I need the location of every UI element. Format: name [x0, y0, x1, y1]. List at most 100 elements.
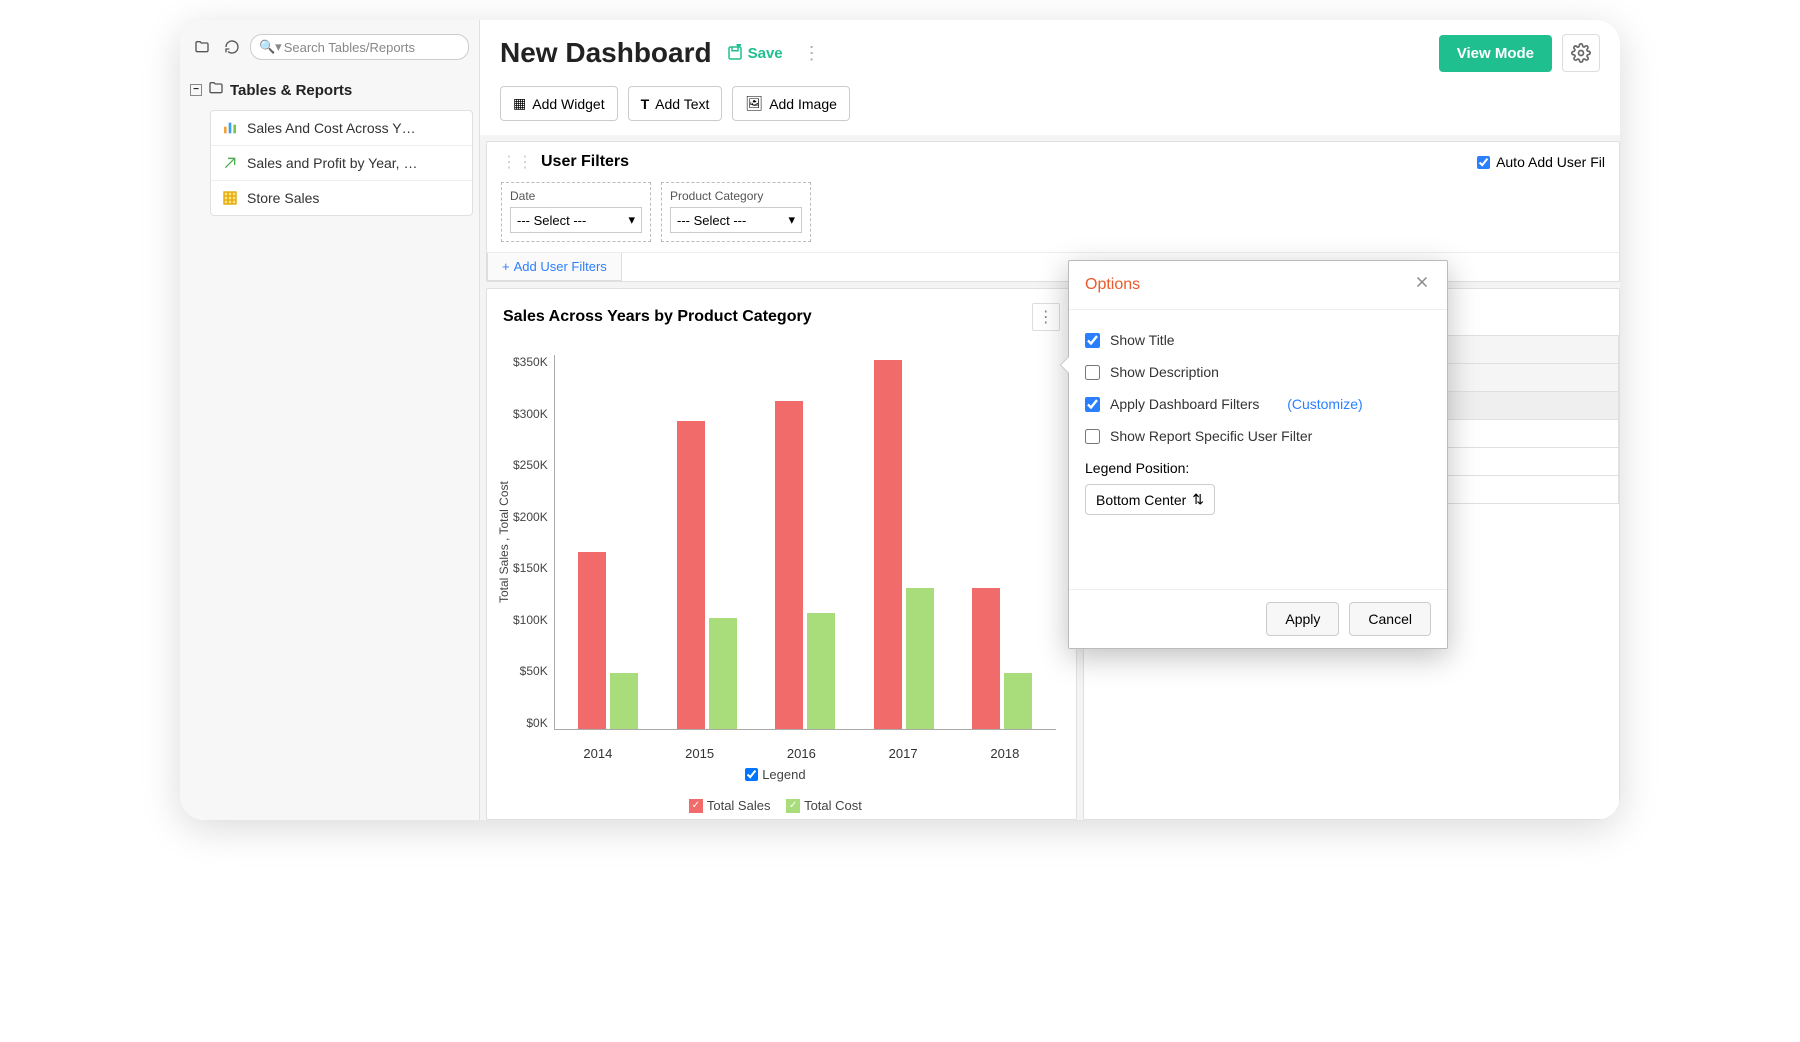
search-icon: 🔍▾	[259, 39, 282, 55]
folder-icon[interactable]	[190, 35, 214, 59]
header-kebab-icon[interactable]: ⋮	[797, 43, 827, 64]
bar-group	[573, 355, 643, 729]
add-filters-label: Add User Filters	[514, 259, 607, 274]
page-title: New Dashboard	[500, 37, 712, 69]
search-placeholder: Search Tables/Reports	[284, 40, 415, 55]
add-widget-label: Add Widget	[532, 96, 604, 112]
bar[interactable]	[610, 673, 638, 729]
filter-value: --- Select ---	[677, 213, 746, 228]
filter-select-date[interactable]: --- Select ---▾	[510, 207, 642, 233]
collapse-icon[interactable]: −	[190, 84, 202, 96]
add-user-filters-button[interactable]: + Add User Filters	[487, 253, 622, 281]
bar[interactable]	[972, 588, 1000, 730]
text-icon: T	[641, 96, 650, 112]
add-widget-button[interactable]: ▦ Add Widget	[500, 86, 618, 121]
toolbar: ▦ Add Widget T Add Text 🖼Add Image	[480, 86, 1620, 135]
chart-title: Sales Across Years by Product Category	[503, 308, 812, 326]
x-axis-ticks: 20142015201620172018	[487, 740, 1076, 761]
legend-position-select[interactable]: Bottom Center⇅	[1085, 484, 1215, 515]
filter-select-category[interactable]: --- Select --- ▾	[670, 207, 802, 233]
legend-item-sales[interactable]: ✓Total Sales	[689, 798, 771, 813]
user-filters-title: User Filters	[541, 153, 629, 171]
chevron-down-icon: ▾	[788, 212, 795, 228]
swatch-icon: ✓	[689, 799, 703, 813]
legend-checkbox[interactable]	[745, 768, 758, 781]
add-text-label: Add Text	[655, 96, 709, 112]
legend-position-value: Bottom Center	[1096, 492, 1186, 508]
save-button[interactable]: * Save	[726, 44, 783, 62]
swatch-icon: ✓	[786, 799, 800, 813]
sidebar: 🔍▾ Search Tables/Reports − Tables & Repo…	[180, 20, 480, 820]
save-label: Save	[748, 45, 783, 62]
option-label: Apply Dashboard Filters	[1110, 396, 1259, 412]
close-icon	[1413, 273, 1431, 291]
bar-group	[967, 355, 1037, 729]
auto-add-checkbox[interactable]	[1477, 156, 1490, 169]
checkbox[interactable]	[1085, 333, 1100, 348]
checkbox[interactable]	[1085, 397, 1100, 412]
tree-item-sales-profit[interactable]: Sales and Profit by Year, …	[211, 146, 472, 181]
bar[interactable]	[677, 421, 705, 729]
user-filters-panel: ⋮⋮ User Filters Auto Add User Fil Date -…	[486, 141, 1620, 282]
checkbox[interactable]	[1085, 429, 1100, 444]
filter-label: Date	[510, 189, 642, 203]
bar[interactable]	[874, 360, 902, 729]
tree-item-sales-cost[interactable]: Sales And Cost Across Y…	[211, 111, 472, 146]
view-mode-button[interactable]: View Mode	[1439, 35, 1552, 72]
bar-group	[869, 355, 939, 729]
tree-item-label: Store Sales	[247, 190, 319, 206]
tree-root-label: Tables & Reports	[230, 82, 352, 99]
gear-icon	[1571, 43, 1591, 63]
refresh-icon[interactable]	[220, 35, 244, 59]
bar[interactable]	[578, 552, 606, 729]
legend-label: Legend	[762, 767, 805, 782]
legend-item-label: Total Cost	[804, 798, 862, 813]
legend-toggle[interactable]: Legend	[745, 767, 805, 782]
chart-plot	[554, 355, 1056, 730]
legend-item-cost[interactable]: ✓ Total Cost	[786, 798, 862, 813]
tree-root[interactable]: − Tables & Reports	[186, 74, 473, 106]
tree-item-store-sales[interactable]: Store Sales	[211, 181, 472, 215]
option-show-description[interactable]: Show Description	[1085, 356, 1431, 388]
tree-item-label: Sales And Cost Across Y…	[247, 120, 416, 136]
widget-options-button[interactable]: ⋮	[1032, 303, 1060, 331]
bar[interactable]	[1004, 673, 1032, 729]
settings-button[interactable]	[1562, 34, 1600, 72]
drag-handle-icon[interactable]: ⋮⋮	[501, 152, 533, 172]
customize-link[interactable]: (Customize)	[1287, 396, 1362, 412]
chevron-down-icon: ▾	[628, 212, 635, 228]
bar[interactable]	[807, 613, 835, 729]
arrow-up-right-icon	[221, 154, 239, 172]
add-text-button[interactable]: T Add Text	[628, 86, 723, 121]
header: New Dashboard * Save ⋮ View Mode	[480, 20, 1620, 86]
popover-caret-icon	[1061, 357, 1069, 373]
svg-text:*: *	[737, 44, 740, 50]
add-image-button[interactable]: 🖼Add Image	[732, 86, 850, 121]
cancel-button[interactable]: Cancel	[1349, 602, 1431, 636]
close-button[interactable]	[1413, 273, 1431, 297]
bar-group	[672, 355, 742, 729]
bar-chart-icon	[221, 119, 239, 137]
option-label: Show Title	[1110, 332, 1175, 348]
y-axis-label: Total Sales , Total Cost	[495, 355, 513, 730]
apply-button[interactable]: Apply	[1266, 602, 1339, 636]
chart-widget: Sales Across Years by Product Category ⋮…	[486, 288, 1077, 820]
auto-add-user-filters[interactable]: Auto Add User Fil	[1477, 154, 1605, 170]
filter-block-category: Product Category --- Select ---▾	[661, 182, 811, 242]
checkbox[interactable]	[1085, 365, 1100, 380]
option-show-report-filter[interactable]: Show Report Specific User Filter	[1085, 420, 1431, 452]
widget-icon: ▦	[513, 95, 526, 112]
option-apply-filters[interactable]: Apply Dashboard Filters (Customize)	[1085, 388, 1431, 420]
bar-group	[770, 355, 840, 729]
legend-position-label: Legend Position:	[1085, 460, 1431, 476]
bar[interactable]	[709, 618, 737, 729]
search-input[interactable]: 🔍▾ Search Tables/Reports	[250, 34, 469, 60]
plus-icon: +	[502, 259, 510, 274]
y-axis-ticks: $350K$300K$250K$200K$150K$100K$50K$0K	[513, 355, 554, 730]
filter-block-date: Date --- Select ---▾	[501, 182, 651, 242]
image-icon: 🖼	[745, 95, 763, 112]
bar[interactable]	[775, 401, 803, 730]
bar[interactable]	[906, 588, 934, 730]
option-label: Show Description	[1110, 364, 1219, 380]
option-show-title[interactable]: Show Title	[1085, 324, 1431, 356]
